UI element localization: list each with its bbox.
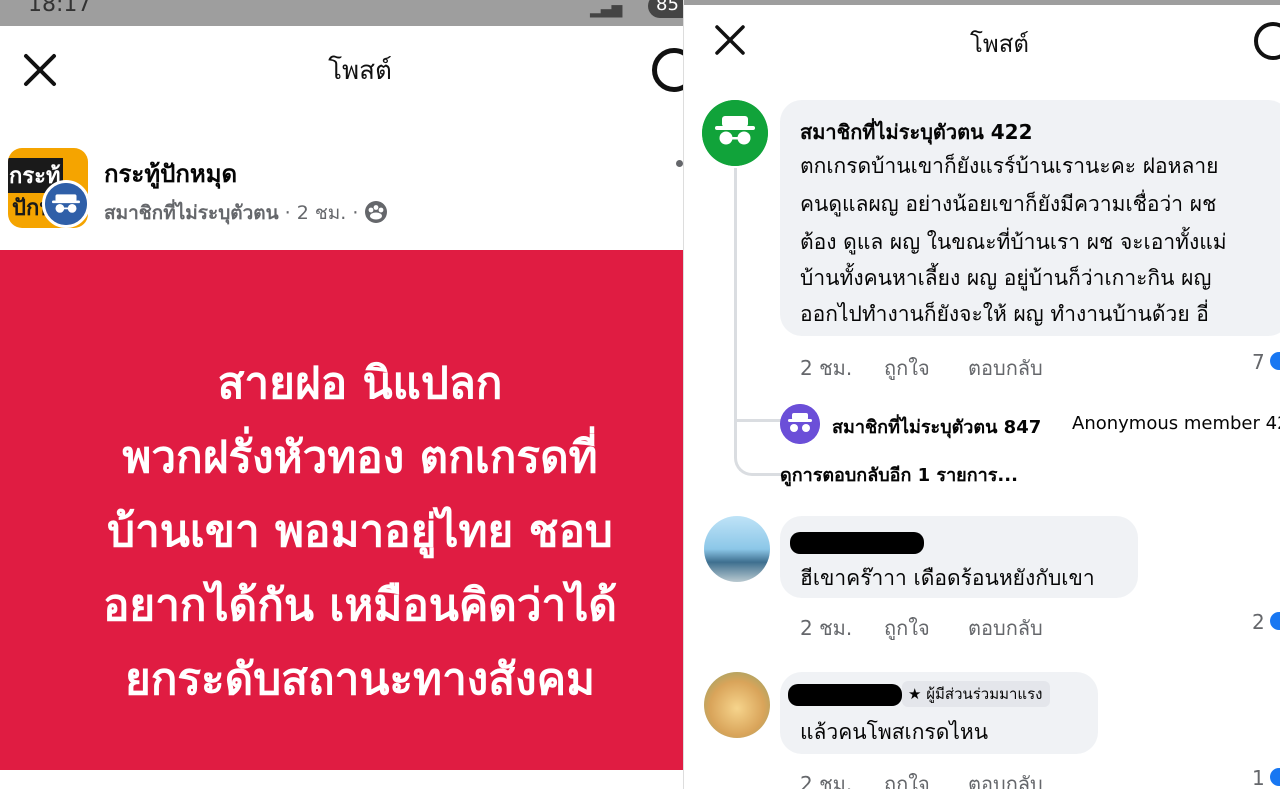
post-time: 2 ชม. — [296, 202, 347, 224]
comment-line: ต้อง ดูแล ผญ ในขณะที่บ้านเรา ผช จะเอาทั้… — [800, 230, 1227, 254]
like-reaction-icon — [1268, 610, 1280, 632]
like-button[interactable]: ถูกใจ — [884, 768, 930, 789]
more-options-icon[interactable] — [676, 160, 683, 167]
post-author: สมาชิกที่ไม่ระบุตัวตน — [104, 202, 279, 224]
redacted-name — [788, 684, 902, 706]
reply-button[interactable]: ตอบกลับ — [968, 612, 1043, 644]
group-privacy-icon — [364, 201, 388, 224]
page-name[interactable]: กระทู้ปักหมุด — [104, 154, 237, 193]
status-bar-strip — [684, 0, 1280, 5]
view-more-replies-link[interactable]: ดูการตอบกลับอีก 1 รายการ... — [780, 460, 1018, 489]
reaction-count[interactable]: 1 — [1252, 766, 1265, 789]
right-screenshot: โพสต์ สมาชิกที่ไม่ระบุตัวตน 422 ตกเกรดบ้… — [683, 0, 1280, 789]
comment-text: แล้วคนโพสเกรดไหน — [800, 720, 989, 744]
close-icon[interactable] — [714, 24, 746, 56]
comment-line: คนดูแลผญ อย่างน้อยเขาก็ยังมีความเชื่อว่า… — [800, 192, 1217, 216]
comment-time: 2 ชม. — [800, 616, 853, 640]
post-image-line: อยากได้กัน เหมือนคิดว่าได้ — [103, 580, 617, 631]
comment-line: ตกเกรดบ้านเขาก็ยังแรร์บ้านเรานะคะ ฝอหลาย — [800, 154, 1219, 178]
comment-author[interactable]: สมาชิกที่ไม่ระบุตัวตน 422 — [800, 116, 1033, 148]
comment-bubble[interactable]: ฮีเขาคร๊าาา เดือดร้อนหยังกับเขา — [780, 516, 1138, 598]
comment-time: 2 ชม. — [800, 356, 853, 380]
reply-snippet: Anonymous member 42 — [1072, 413, 1280, 434]
post-image-line: สายฝอ นิแปลก — [217, 358, 503, 409]
reaction-count[interactable]: 2 — [1252, 610, 1265, 634]
status-bar: 18:17 ▂▄▆ 85 — [0, 0, 683, 26]
reply-button[interactable]: ตอบกลับ — [968, 352, 1043, 384]
meta-separator: · — [284, 202, 291, 224]
post-image-line: ยกระดับสถานะทางสังคม — [124, 654, 596, 705]
post-image-line: บ้านเขา พอมาอยู่ไทย ชอบ — [107, 506, 613, 557]
like-reaction-icon — [1268, 766, 1280, 788]
like-button[interactable]: ถูกใจ — [884, 612, 930, 644]
comment-line: บ้านทั้งคนหาเลี้ยง ผญ อยู่บ้านก็ว่าเกาะก… — [800, 266, 1212, 290]
comment-bubble[interactable]: สมาชิกที่ไม่ระบุตัวตน 422 ตกเกรดบ้านเขาก… — [780, 100, 1280, 336]
reply-author[interactable]: สมาชิกที่ไม่ระบุตัวตน 847 — [832, 412, 1041, 441]
signal-icon: ▂▄▆ — [590, 2, 623, 18]
left-screenshot: 18:17 ▂▄▆ 85 โพสต์ กระทู้ ปักหมุด กระทู้… — [0, 0, 683, 789]
post-image[interactable]: สายฝอ นิแปลก พวกฝรั่งหัวทอง ตกเกรดที่ บ้… — [0, 250, 683, 770]
like-button[interactable]: ถูกใจ — [884, 352, 930, 384]
anonymous-avatar-icon[interactable] — [780, 404, 820, 444]
anonymous-avatar-icon[interactable] — [702, 100, 768, 166]
thread-connector — [734, 168, 782, 422]
avatar[interactable] — [704, 516, 770, 582]
comment-time: 2 ชม. — [800, 772, 853, 789]
avatar[interactable] — [704, 672, 770, 738]
redacted-name — [790, 532, 924, 554]
page-title: โพสต์ — [328, 56, 392, 86]
page-title: โพสต์ — [970, 30, 1029, 58]
meta-separator: · — [352, 202, 359, 224]
top-fan-badge: ★ ผู้มีส่วนร่วมมาแรง — [902, 681, 1051, 707]
refresh-icon[interactable] — [1254, 22, 1280, 60]
like-reaction-icon — [1268, 350, 1280, 372]
reaction-count[interactable]: 7 — [1252, 350, 1265, 374]
anonymous-badge-icon — [42, 180, 90, 228]
badge-label: ผู้มีส่วนร่วมมาแรง — [926, 685, 1043, 703]
status-time: 18:17 — [28, 0, 92, 17]
comment-line: ออกไปทำงานก็ยังจะให้ ผญ ทำงานบ้านด้วย อี… — [800, 302, 1209, 326]
post-image-line: พวกฝรั่งหัวทอง ตกเกรดที่ — [122, 432, 598, 483]
battery-indicator: 85 — [648, 0, 683, 18]
reply-button[interactable]: ตอบกลับ — [968, 768, 1043, 789]
star-icon: ★ — [908, 685, 922, 703]
post-meta: สมาชิกที่ไม่ระบุตัวตน · 2 ชม. · — [104, 198, 388, 228]
comment-text: ฮีเขาคร๊าาา เดือดร้อนหยังกับเขา — [800, 566, 1095, 590]
